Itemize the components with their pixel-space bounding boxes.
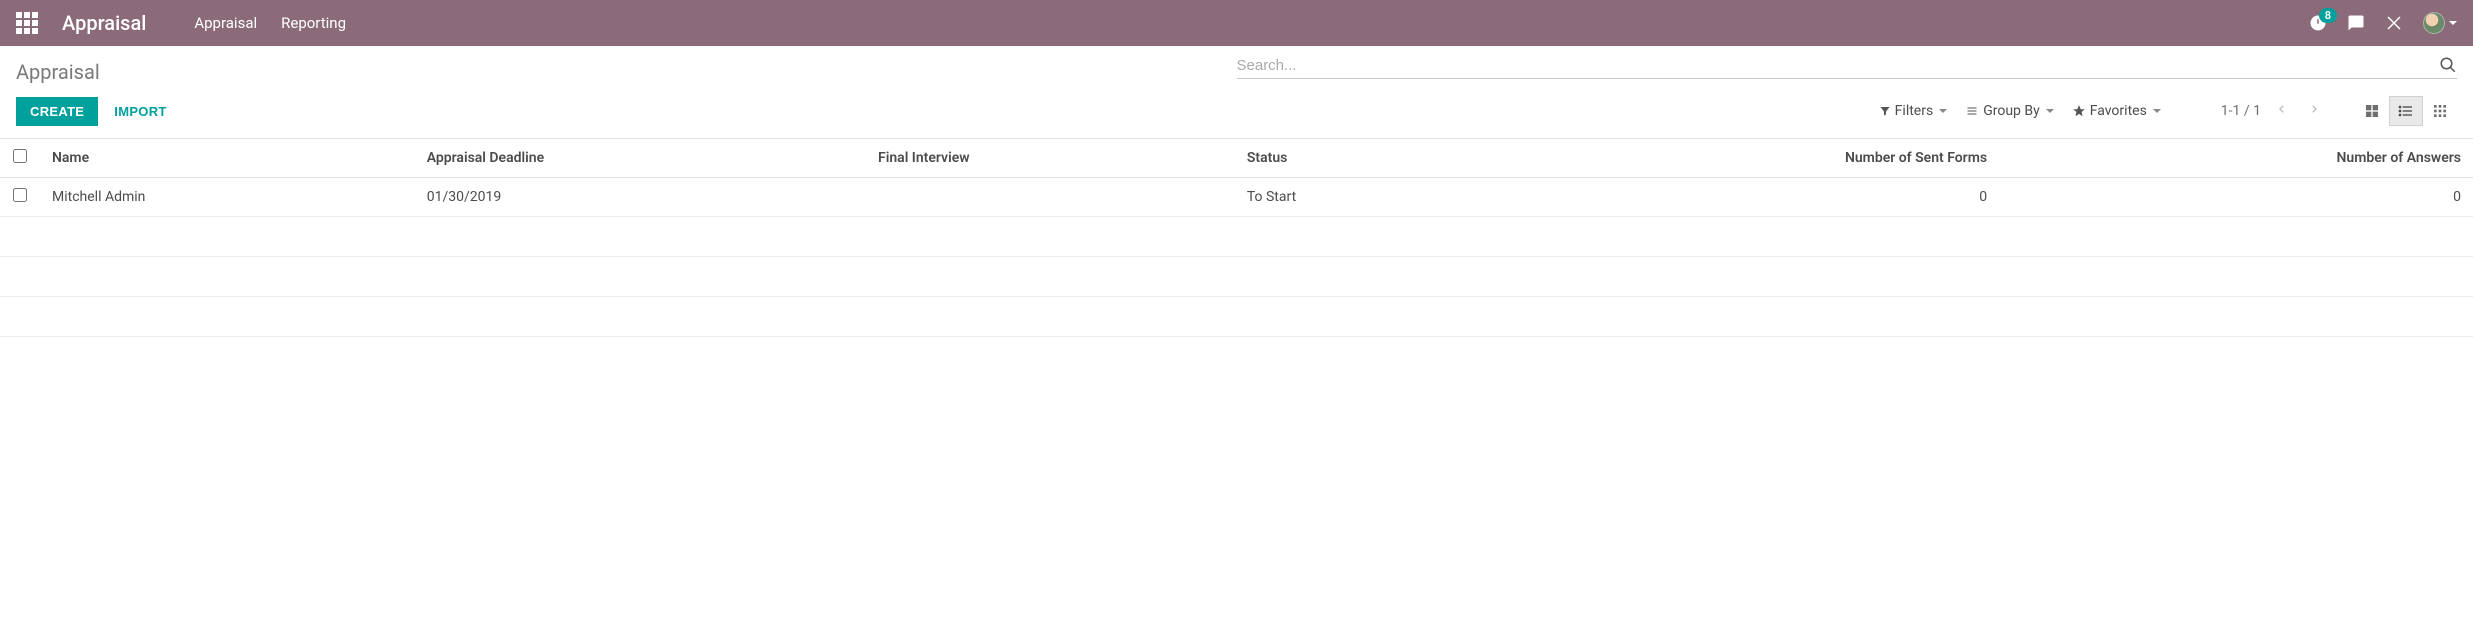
breadcrumb: Appraisal (16, 56, 1237, 84)
favorites-button[interactable]: Favorites (2072, 103, 2161, 119)
search-icon[interactable] (2439, 56, 2457, 74)
chevron-down-icon (2153, 109, 2161, 113)
cell-sent-forms: 0 (1469, 178, 1999, 217)
nav-reporting[interactable]: Reporting (281, 14, 346, 32)
col-sent-forms[interactable]: Number of Sent Forms (1469, 139, 1999, 178)
grid-view-button[interactable] (2423, 96, 2457, 126)
cell-answers: 0 (1999, 178, 2473, 217)
app-title: Appraisal (62, 11, 146, 35)
row-checkbox[interactable] (13, 188, 27, 202)
pager-text: 1-1 / 1 (2221, 103, 2261, 119)
col-status[interactable]: Status (1235, 139, 1469, 178)
col-deadline[interactable]: Appraisal Deadline (415, 139, 866, 178)
col-answers[interactable]: Number of Answers (1999, 139, 2473, 178)
activity-icon[interactable]: 8 (2309, 14, 2327, 32)
col-name[interactable]: Name (40, 139, 415, 178)
pager-prev[interactable] (2271, 98, 2293, 124)
empty-row (0, 257, 2473, 297)
table-row[interactable]: Mitchell Admin 01/30/2019 To Start 0 0 (0, 178, 2473, 217)
group-by-button[interactable]: Group By (1965, 103, 2054, 119)
apps-icon[interactable] (16, 12, 38, 34)
chevron-down-icon (1939, 109, 1947, 113)
discuss-icon[interactable] (2347, 14, 2365, 32)
favorites-label: Favorites (2090, 103, 2147, 119)
control-panel: Appraisal CREATE IMPORT Filters Group By (0, 46, 2473, 139)
topbar-right: 8 (2309, 12, 2457, 34)
col-final-interview[interactable]: Final Interview (866, 139, 1235, 178)
cell-deadline: 01/30/2019 (415, 178, 866, 217)
chevron-down-icon (2046, 109, 2054, 113)
empty-row (0, 297, 2473, 337)
cell-status: To Start (1235, 178, 1469, 217)
search-bar (1237, 56, 2458, 79)
data-table: Name Appraisal Deadline Final Interview … (0, 139, 2473, 337)
topbar: Appraisal Appraisal Reporting 8 (0, 0, 2473, 46)
cell-final-interview (866, 178, 1235, 217)
nav: Appraisal Reporting (194, 14, 346, 32)
chevron-down-icon (2449, 21, 2457, 25)
filters-button[interactable]: Filters (1879, 103, 1948, 119)
nav-appraisal[interactable]: Appraisal (194, 14, 257, 32)
tools-icon[interactable] (2385, 14, 2403, 32)
view-switcher (2355, 96, 2457, 126)
import-button[interactable]: IMPORT (114, 104, 166, 119)
pager-next[interactable] (2303, 98, 2325, 124)
group-by-label: Group By (1983, 103, 2040, 119)
list-view-button[interactable] (2389, 96, 2423, 126)
avatar (2423, 12, 2445, 34)
filters-label: Filters (1895, 103, 1934, 119)
empty-row (0, 217, 2473, 257)
filter-group: Filters Group By Favorites (1879, 103, 2161, 119)
create-button[interactable]: CREATE (16, 97, 98, 126)
kanban-view-button[interactable] (2355, 96, 2389, 126)
search-input[interactable] (1237, 57, 2440, 74)
pager: 1-1 / 1 (2221, 98, 2325, 124)
notification-badge: 8 (2319, 8, 2337, 23)
select-all-checkbox[interactable] (13, 149, 27, 163)
user-menu[interactable] (2423, 12, 2457, 34)
cell-name: Mitchell Admin (40, 178, 415, 217)
